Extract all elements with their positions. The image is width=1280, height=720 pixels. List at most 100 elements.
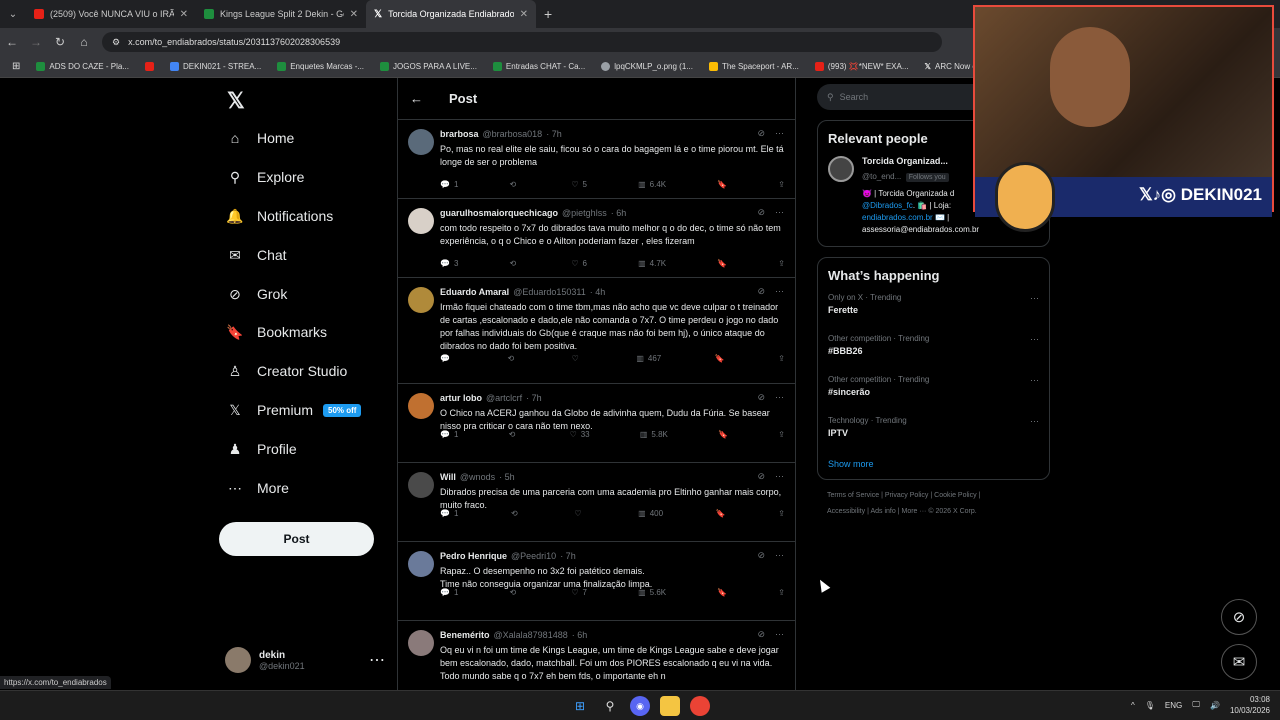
share-button[interactable]: ⇪ bbox=[778, 588, 785, 597]
footer-link[interactable]: Terms of Service bbox=[827, 492, 879, 499]
share-button[interactable]: ⇪ bbox=[778, 259, 785, 268]
discord-icon[interactable]: ◉ bbox=[630, 696, 650, 716]
bookmark[interactable]: Entradas CHAT - Ca... bbox=[487, 62, 591, 71]
bookmark[interactable]: (993) 💢*NEW* EXA... bbox=[809, 62, 915, 71]
grok-icon[interactable]: ⊘ bbox=[757, 550, 765, 561]
chrome-icon[interactable] bbox=[690, 696, 710, 716]
url-input[interactable]: ⚙ x.com/to_endiabrados/status/2031137602… bbox=[102, 32, 942, 52]
close-tab-icon[interactable]: ✕ bbox=[180, 9, 188, 20]
views-button[interactable]: ▥ 400 bbox=[638, 509, 663, 518]
bookmark-button[interactable]: 🔖 bbox=[717, 259, 727, 268]
home-icon[interactable]: ⌂ bbox=[72, 35, 96, 49]
more-options-icon[interactable]: ⋯ bbox=[369, 650, 385, 670]
like-button[interactable]: ♡ 6 bbox=[571, 259, 587, 268]
avatar[interactable] bbox=[408, 393, 434, 419]
more-icon[interactable]: ⋯ bbox=[775, 128, 784, 139]
file-explorer-icon[interactable] bbox=[660, 696, 680, 716]
more-icon[interactable]: ⋯ bbox=[1030, 334, 1039, 345]
more-icon[interactable]: ⋯ bbox=[1030, 416, 1039, 427]
close-tab-icon[interactable]: ✕ bbox=[520, 9, 528, 20]
tweet-author[interactable]: Benemérito bbox=[440, 630, 490, 640]
microphone-icon[interactable]: 🎙 bbox=[1145, 701, 1155, 710]
new-tab-icon[interactable]: + bbox=[536, 6, 560, 22]
repost-button[interactable]: ⟲ bbox=[510, 259, 521, 268]
site-info-icon[interactable]: ⚙ bbox=[112, 37, 120, 48]
footer-link[interactable]: Privacy Policy bbox=[885, 492, 929, 499]
tweet-handle[interactable]: @Peedri10 bbox=[511, 551, 556, 561]
tweet-handle[interactable]: @Eduardo150311 bbox=[513, 287, 586, 297]
bookmark[interactable]: DEKIN021 - STREA... bbox=[164, 62, 267, 71]
bookmark[interactable]: Enquetes Marcas -... bbox=[271, 62, 370, 71]
share-button[interactable]: ⇪ bbox=[778, 180, 785, 189]
trend-item[interactable]: Other competition · Trending #sincerão ⋯ bbox=[828, 375, 1039, 416]
apps-icon[interactable]: ⊞ bbox=[6, 61, 26, 72]
tweet-time[interactable]: · 7h bbox=[546, 129, 562, 139]
avatar[interactable] bbox=[408, 630, 434, 656]
bookmark[interactable]: JOGOS PARA A LIVE... bbox=[374, 62, 483, 71]
bookmark-button[interactable]: 🔖 bbox=[717, 180, 727, 189]
more-icon[interactable]: ⋯ bbox=[1030, 293, 1039, 304]
tweet-time[interactable]: · 7h bbox=[560, 551, 576, 561]
share-button[interactable]: ⇪ bbox=[778, 430, 785, 439]
bookmark-button[interactable]: 🔖 bbox=[716, 509, 726, 518]
nav-creator-studio[interactable]: ♙ Creator Studio bbox=[227, 363, 348, 380]
tweet[interactable]: Will @wnods · 5h ⊘ ⋯ Dibrados precisa de uma … bbox=[398, 463, 795, 542]
grok-icon[interactable]: ⊘ bbox=[757, 207, 765, 218]
tweet-author[interactable]: Eduardo Amaral bbox=[440, 287, 509, 297]
grok-icon[interactable]: ⊘ bbox=[757, 128, 765, 139]
nav-chat[interactable]: ✉ Chat bbox=[227, 247, 286, 264]
bookmark[interactable]: ADS DO CAZE - Pla... bbox=[30, 62, 135, 71]
like-button[interactable]: ♡ 7 bbox=[571, 588, 587, 597]
avatar[interactable] bbox=[408, 129, 434, 155]
bookmark-button[interactable]: 🔖 bbox=[715, 354, 725, 363]
bookmark-button[interactable]: 🔖 bbox=[718, 430, 728, 439]
more-icon[interactable]: ⋯ bbox=[775, 392, 784, 403]
tweet-author[interactable]: Will bbox=[440, 472, 456, 482]
avatar[interactable] bbox=[408, 208, 434, 234]
more-icon[interactable]: ⋯ bbox=[775, 629, 784, 640]
nav-home[interactable]: ⌂ Home bbox=[227, 130, 295, 146]
nav-premium[interactable]: 𝕏 Premium 50% off bbox=[227, 402, 362, 418]
tweet[interactable]: guarulhosmaiorquechicago @pietghlss · 6h ⊘ ⋯… bbox=[398, 199, 795, 278]
grok-float-button[interactable]: ⊘ bbox=[1221, 599, 1257, 635]
bio-website-link[interactable]: endiabrados.com.br bbox=[862, 213, 933, 222]
tweet-time[interactable]: · 6h bbox=[572, 630, 588, 640]
more-icon[interactable]: ⋯ bbox=[1030, 375, 1039, 386]
reply-button[interactable]: 💬 bbox=[440, 354, 454, 363]
reply-button[interactable]: 💬 1 bbox=[440, 509, 458, 518]
share-button[interactable]: ⇪ bbox=[778, 354, 785, 363]
show-more-link[interactable]: Show more bbox=[828, 459, 1039, 469]
nav-notifications[interactable]: 🔔 Notifications bbox=[226, 208, 333, 225]
repost-button[interactable]: ⟲ bbox=[510, 588, 521, 597]
tweet-time[interactable]: · 4h bbox=[590, 287, 606, 297]
tweet-time[interactable]: · 5h bbox=[499, 472, 515, 482]
back-icon[interactable]: ← bbox=[0, 35, 24, 49]
footer-link[interactable]: Ads info bbox=[870, 508, 895, 515]
tweet[interactable]: artur lobo @artclcrf · 7h ⊘ ⋯ O Chico na ACER… bbox=[398, 384, 795, 463]
trend-item[interactable]: Only on X · Trending Ferette ⋯ bbox=[828, 293, 1039, 334]
tweet[interactable]: Eduardo Amaral @Eduardo150311 · 4h ⊘ ⋯ Irmão … bbox=[398, 278, 795, 384]
tweet-author[interactable]: brarbosa bbox=[440, 129, 479, 139]
more-icon[interactable]: ⋯ bbox=[775, 207, 784, 218]
reply-button[interactable]: 💬 1 bbox=[440, 588, 458, 597]
tweet-time[interactable]: · 6h bbox=[611, 208, 627, 218]
more-icon[interactable]: ⋯ bbox=[775, 286, 784, 297]
nav-more[interactable]: ⋯ More bbox=[227, 480, 289, 497]
bookmark[interactable]: lpqCKMLP_o.png (1... bbox=[595, 62, 699, 71]
avatar[interactable] bbox=[408, 287, 434, 313]
like-button[interactable]: ♡ 5 bbox=[571, 180, 587, 189]
tweet-author[interactable]: Pedro Henrique bbox=[440, 551, 507, 561]
reload-icon[interactable]: ↻ bbox=[48, 35, 72, 49]
repost-button[interactable]: ⟲ bbox=[509, 430, 520, 439]
more-icon[interactable]: ⋯ bbox=[775, 550, 784, 561]
tweet-time[interactable]: · 7h bbox=[526, 393, 542, 403]
more-icon[interactable]: ⋯ bbox=[775, 471, 784, 482]
reply-button[interactable]: 💬 3 bbox=[440, 259, 458, 268]
views-button[interactable]: ▥ 467 bbox=[636, 354, 661, 363]
windows-start-icon[interactable]: ⊞ bbox=[570, 696, 590, 716]
views-button[interactable]: ▥ 6.4K bbox=[638, 180, 666, 189]
bookmark[interactable] bbox=[139, 62, 160, 71]
trend-item[interactable]: Other competition · Trending #BBB26 ⋯ bbox=[828, 334, 1039, 375]
views-button[interactable]: ▥ 5.8K bbox=[640, 430, 668, 439]
reply-button[interactable]: 💬 1 bbox=[440, 180, 458, 189]
